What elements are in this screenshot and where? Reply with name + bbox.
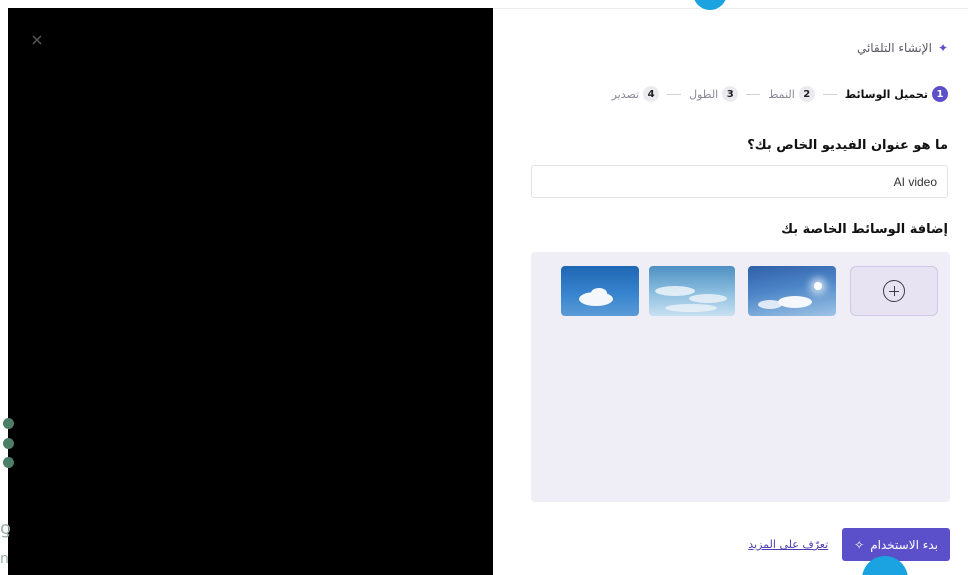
step-number: 2: [798, 86, 815, 102]
edge-glyph-icon: n: [0, 551, 9, 567]
edge-dot: [3, 418, 14, 429]
step-export[interactable]: 4 تصدير: [612, 86, 660, 102]
step-label: تحميل الوسائط: [844, 87, 928, 101]
cloud-shape: [665, 304, 717, 312]
panel-footer: بدء الاستخدام ✧ تعرّف على المزيد: [748, 528, 950, 561]
cloud-shape: [591, 288, 607, 298]
media-drop-area[interactable]: [531, 252, 950, 502]
learn-more-link[interactable]: تعرّف على المزيد: [748, 538, 828, 551]
media-thumbnail[interactable]: [561, 266, 639, 316]
video-preview: ×: [8, 8, 493, 575]
step-number: 4: [643, 86, 660, 102]
sparkle-icon: ✧: [854, 537, 865, 552]
edge-dot: [3, 438, 14, 449]
edge-glyph-icon: ƍ: [0, 518, 12, 539]
step-separator: [822, 93, 837, 95]
panel-title: الإنشاء التلقائي: [856, 41, 932, 55]
start-button[interactable]: بدء الاستخدام ✧: [842, 528, 950, 561]
stepper: 1 تحميل الوسائط 2 النمط 3 الطول 4 تصدير: [612, 86, 948, 102]
edge-dot: [3, 457, 14, 468]
step-separator: [746, 93, 761, 95]
app-window: × ƍ n ✦ الإنشاء التلقائي 1 تحميل الوسائط…: [0, 0, 968, 575]
step-label: النمط: [768, 87, 795, 101]
step-number: 3: [722, 86, 739, 102]
step-separator: [667, 93, 682, 95]
step-label: تصدير: [611, 87, 640, 101]
cloud-shape: [778, 296, 812, 308]
step-number: 1: [932, 86, 948, 102]
cloud-shape: [689, 294, 727, 303]
sun-shape: [814, 282, 822, 290]
auto-create-panel: ✦ الإنشاء التلقائي 1 تحميل الوسائط 2 الن…: [493, 8, 968, 575]
sparkle-icon: ✦: [937, 41, 948, 55]
media-heading: إضافة الوسائط الخاصة بك: [781, 222, 948, 237]
plus-circle-icon: [883, 280, 905, 302]
step-style[interactable]: 2 النمط: [768, 86, 815, 102]
step-length[interactable]: 3 الطول: [689, 86, 739, 102]
cloud-shape: [758, 300, 782, 309]
step-label: الطول: [689, 87, 719, 101]
video-title-input[interactable]: AI video: [531, 165, 948, 198]
media-thumbnail[interactable]: [748, 266, 836, 316]
panel-header: ✦ الإنشاء التلقائي: [857, 41, 948, 55]
start-button-label: بدء الاستخدام: [870, 537, 938, 552]
cloud-shape: [655, 286, 695, 296]
media-thumbnail[interactable]: [649, 266, 735, 316]
video-title-label: ما هو عنوان الفيديو الخاص بك؟: [747, 138, 948, 153]
close-icon[interactable]: ×: [27, 30, 47, 50]
add-media-button[interactable]: [850, 266, 938, 316]
step-upload-media[interactable]: 1 تحميل الوسائط: [845, 86, 948, 102]
